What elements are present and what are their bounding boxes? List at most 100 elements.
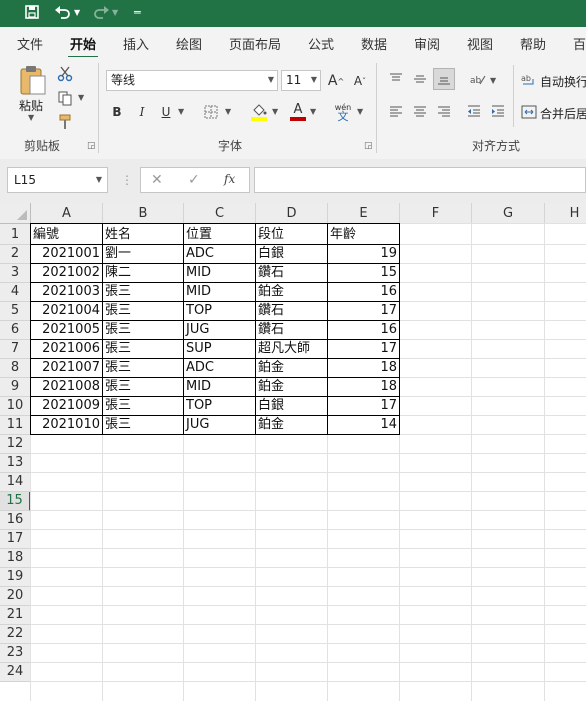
- cell-a10[interactable]: 2021009: [31, 397, 102, 415]
- phonetic-guide-button[interactable]: wén 文: [332, 101, 354, 123]
- tab-view[interactable]: 视图: [467, 34, 493, 53]
- bold-button[interactable]: B: [108, 102, 126, 122]
- orientation-dropdown-icon[interactable]: ▼: [490, 76, 496, 85]
- cell-c4[interactable]: MID: [184, 283, 255, 301]
- cell-d11[interactable]: 鉑金: [256, 416, 327, 434]
- row-header-21[interactable]: 21: [0, 606, 31, 625]
- cell-c2[interactable]: ADC: [184, 245, 255, 263]
- row-header-8[interactable]: 8: [0, 359, 31, 378]
- column-header-a[interactable]: A: [31, 203, 103, 224]
- cancel-icon[interactable]: ✕: [151, 172, 163, 188]
- cell-a11[interactable]: 2021010: [31, 416, 102, 434]
- row-header-2[interactable]: 2: [0, 245, 31, 264]
- decrease-font-size-button[interactable]: Aˇ: [350, 71, 370, 91]
- cell-a4[interactable]: 2021003: [31, 283, 102, 301]
- cell-b11[interactable]: 張三: [103, 416, 183, 434]
- copy-dropdown-icon[interactable]: ▼: [78, 93, 84, 102]
- undo-dropdown-icon[interactable]: ▼: [74, 4, 80, 22]
- cell-c3[interactable]: MID: [184, 264, 255, 282]
- cell-d4[interactable]: 鉑金: [256, 283, 327, 301]
- cell-b9[interactable]: 張三: [103, 378, 183, 396]
- wrap-text-icon[interactable]: ab: [520, 71, 538, 89]
- row-header-22[interactable]: 22: [0, 625, 31, 644]
- cell-d7[interactable]: 超凡大師: [256, 340, 327, 358]
- orientation-icon[interactable]: ab: [467, 69, 489, 89]
- cell-b1[interactable]: 姓名: [103, 226, 183, 244]
- merge-center-label[interactable]: 合并后居: [540, 105, 586, 122]
- font-color-button[interactable]: A: [289, 101, 307, 123]
- cell-e2[interactable]: 19: [328, 245, 399, 263]
- cell-c7[interactable]: SUP: [184, 340, 255, 358]
- font-color-dropdown-icon[interactable]: ▼: [310, 107, 316, 116]
- borders-icon[interactable]: [201, 102, 221, 122]
- cell-b6[interactable]: 張三: [103, 321, 183, 339]
- cell-c10[interactable]: TOP: [184, 397, 255, 415]
- row-header-23[interactable]: 23: [0, 644, 31, 663]
- fill-color-icon[interactable]: [249, 101, 269, 123]
- redo-dropdown-icon[interactable]: ▼: [112, 4, 118, 22]
- cell-d6[interactable]: 鑽石: [256, 321, 327, 339]
- column-header-g[interactable]: G: [472, 203, 545, 224]
- cell-a9[interactable]: 2021008: [31, 378, 102, 396]
- cell-e8[interactable]: 18: [328, 359, 399, 377]
- row-header-3[interactable]: 3: [0, 264, 31, 283]
- row-header-6[interactable]: 6: [0, 321, 31, 340]
- underline-dropdown-icon[interactable]: ▼: [178, 107, 184, 116]
- column-header-c[interactable]: C: [184, 203, 256, 224]
- merge-center-icon[interactable]: [520, 103, 538, 121]
- cell-e1[interactable]: 年齡: [328, 226, 399, 244]
- tab-file[interactable]: 文件: [17, 34, 43, 53]
- cell-b10[interactable]: 張三: [103, 397, 183, 415]
- wrap-text-label[interactable]: 自动换行: [540, 73, 586, 90]
- font-launcher-icon[interactable]: ◲: [364, 141, 373, 151]
- align-left-icon[interactable]: [386, 101, 406, 121]
- cell-a6[interactable]: 2021005: [31, 321, 102, 339]
- tab-more[interactable]: 百: [573, 34, 586, 53]
- row-header-15[interactable]: 15: [0, 492, 31, 511]
- tab-home[interactable]: 开始: [70, 34, 96, 53]
- cell-e11[interactable]: 14: [328, 416, 399, 434]
- phonetic-dropdown-icon[interactable]: ▼: [357, 107, 363, 116]
- format-painter-icon[interactable]: [56, 113, 74, 131]
- row-header-18[interactable]: 18: [0, 549, 31, 568]
- cell-e4[interactable]: 16: [328, 283, 399, 301]
- row-header-11[interactable]: 11: [0, 416, 31, 435]
- cell-c6[interactable]: JUG: [184, 321, 255, 339]
- paste-dropdown-icon[interactable]: ▼: [28, 113, 34, 122]
- cell-b8[interactable]: 張三: [103, 359, 183, 377]
- row-header-14[interactable]: 14: [0, 473, 31, 492]
- column-header-d[interactable]: D: [256, 203, 328, 224]
- tab-formulas[interactable]: 公式: [308, 34, 334, 53]
- undo-icon[interactable]: [54, 4, 72, 25]
- row-header-4[interactable]: 4: [0, 283, 31, 302]
- top-align-icon[interactable]: [386, 69, 406, 89]
- paste-button-label[interactable]: 粘贴: [19, 97, 43, 114]
- underline-button[interactable]: U: [157, 102, 175, 122]
- row-header-10[interactable]: 10: [0, 397, 31, 416]
- cell-b7[interactable]: 張三: [103, 340, 183, 358]
- cell-b3[interactable]: 陳二: [103, 264, 183, 282]
- column-header-b[interactable]: B: [103, 203, 184, 224]
- cell-c11[interactable]: JUG: [184, 416, 255, 434]
- cell-c5[interactable]: TOP: [184, 302, 255, 320]
- row-header-7[interactable]: 7: [0, 340, 31, 359]
- tab-insert[interactable]: 插入: [123, 34, 149, 53]
- cell-e6[interactable]: 16: [328, 321, 399, 339]
- cell-b4[interactable]: 張三: [103, 283, 183, 301]
- decrease-indent-icon[interactable]: [464, 101, 484, 121]
- align-center-icon[interactable]: [410, 101, 430, 121]
- italic-button[interactable]: I: [133, 102, 151, 122]
- row-header-1[interactable]: 1: [0, 224, 31, 245]
- cell-a3[interactable]: 2021002: [31, 264, 102, 282]
- cell-a8[interactable]: 2021007: [31, 359, 102, 377]
- cell-c8[interactable]: ADC: [184, 359, 255, 377]
- tab-help[interactable]: 帮助: [520, 34, 546, 53]
- cell-c9[interactable]: MID: [184, 378, 255, 396]
- row-header-12[interactable]: 12: [0, 435, 31, 454]
- row-header-19[interactable]: 19: [0, 568, 31, 587]
- tab-review[interactable]: 审阅: [414, 34, 440, 53]
- increase-font-size-button[interactable]: A ^: [326, 71, 346, 91]
- save-icon[interactable]: [24, 4, 40, 25]
- row-header-5[interactable]: 5: [0, 302, 31, 321]
- cell-e9[interactable]: 18: [328, 378, 399, 396]
